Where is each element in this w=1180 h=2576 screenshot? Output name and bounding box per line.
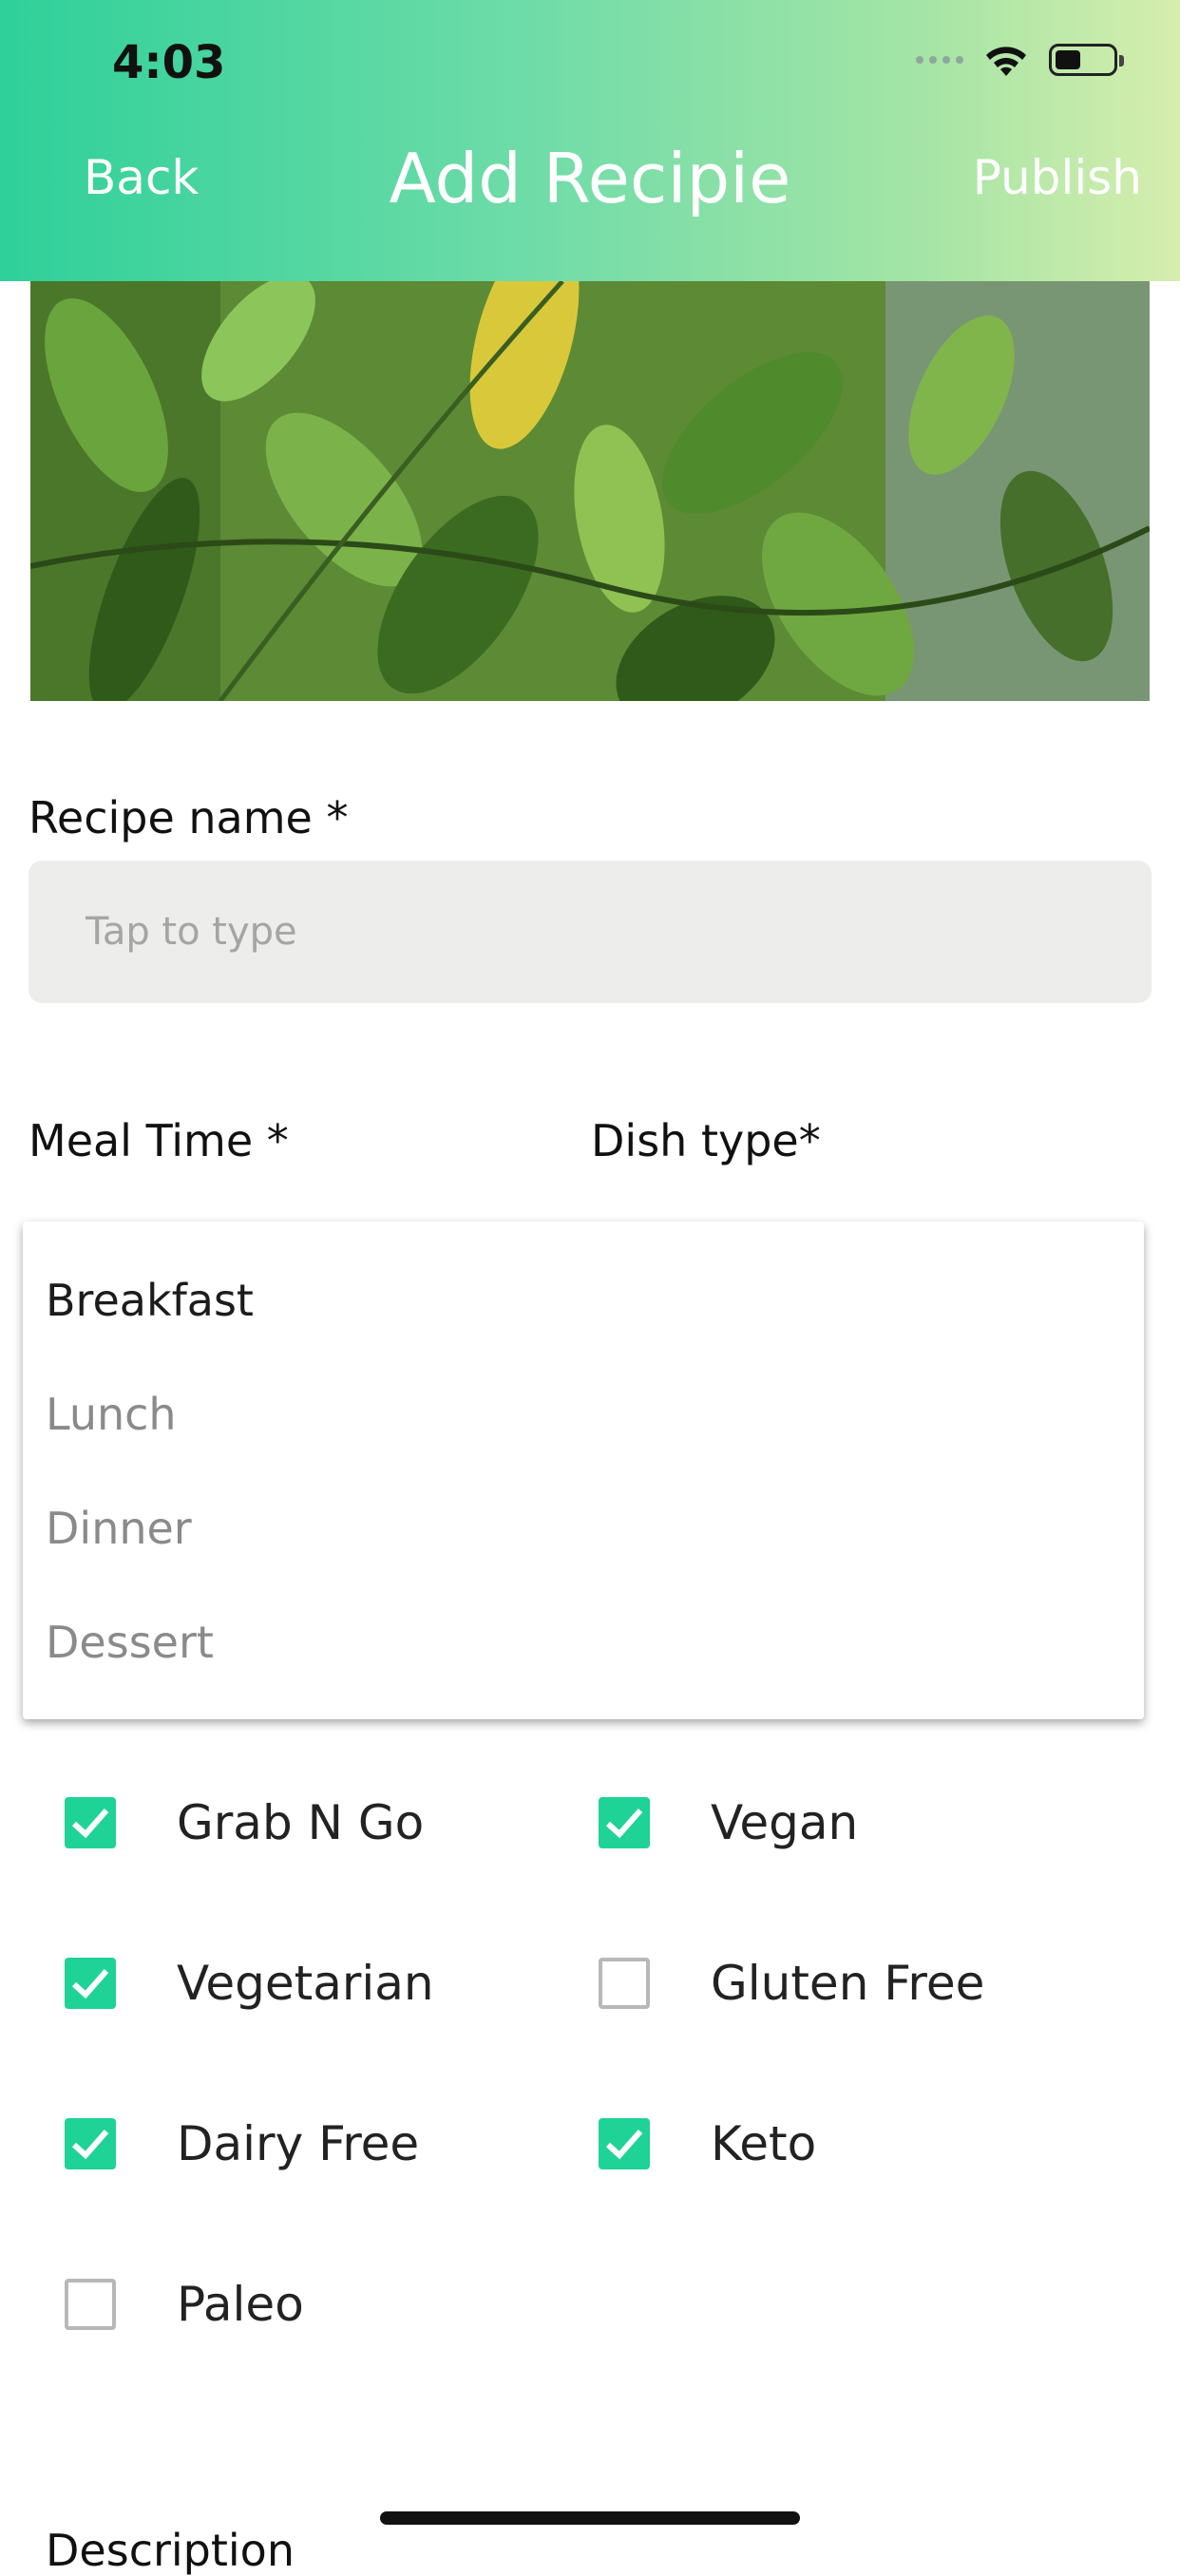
description-label: Description: [46, 2525, 295, 2576]
recipe-photo[interactable]: [30, 281, 1150, 701]
empty-checkbox-icon[interactable]: [65, 2279, 116, 2330]
checkbox-label: Vegetarian: [177, 1956, 434, 2011]
checkbox-vegetarian[interactable]: Vegetarian: [65, 1956, 434, 2011]
recipe-name-label: Recipe name *: [29, 792, 349, 843]
empty-checkbox-icon[interactable]: [599, 1958, 650, 2009]
cellular-signal-icon: [916, 56, 963, 64]
checkbox-paleo[interactable]: Paleo: [65, 2277, 304, 2332]
check-icon[interactable]: [599, 1797, 650, 1848]
checkbox-label: Vegan: [711, 1795, 859, 1850]
checkbox-vegan[interactable]: Vegan: [599, 1795, 858, 1850]
checkbox-label: Grab N Go: [177, 1795, 425, 1850]
dropdown-option-dessert[interactable]: Dessert: [46, 1617, 214, 1668]
meal-time-dropdown: Breakfast Lunch Dinner Dessert: [23, 1222, 1144, 1719]
status-icons: [916, 42, 1124, 78]
recipe-name-input[interactable]: [29, 861, 1151, 1003]
dropdown-option-breakfast[interactable]: Breakfast: [46, 1275, 254, 1326]
checkbox-gluten-free[interactable]: Gluten Free: [599, 1956, 984, 2011]
check-icon[interactable]: [65, 1958, 116, 2009]
status-time: 4:03: [112, 36, 226, 89]
checkbox-grab-n-go[interactable]: Grab N Go: [65, 1795, 424, 1850]
checkbox-label: Dairy Free: [177, 2116, 420, 2171]
meal-time-label: Meal Time *: [29, 1115, 289, 1166]
dropdown-option-lunch[interactable]: Lunch: [46, 1389, 177, 1440]
checkbox-label: Keto: [711, 2116, 817, 2171]
dropdown-option-dinner[interactable]: Dinner: [46, 1503, 192, 1554]
navigation-header: 4:03 Back Add Recipie Publish: [0, 0, 1180, 281]
home-indicator[interactable]: [380, 2511, 800, 2525]
dish-type-label: Dish type*: [591, 1115, 821, 1166]
checkbox-label: Gluten Free: [711, 1956, 985, 2011]
check-icon[interactable]: [65, 1797, 116, 1848]
checkbox-label: Paleo: [177, 2277, 304, 2332]
checkbox-keto[interactable]: Keto: [599, 2116, 816, 2171]
wifi-icon: [986, 47, 1026, 76]
check-icon[interactable]: [65, 2118, 116, 2169]
check-icon[interactable]: [599, 2118, 650, 2169]
battery-icon: [1049, 44, 1124, 76]
publish-button[interactable]: Publish: [973, 150, 1142, 205]
checkbox-dairy-free[interactable]: Dairy Free: [65, 2116, 419, 2171]
leaves-image: [30, 281, 1150, 701]
